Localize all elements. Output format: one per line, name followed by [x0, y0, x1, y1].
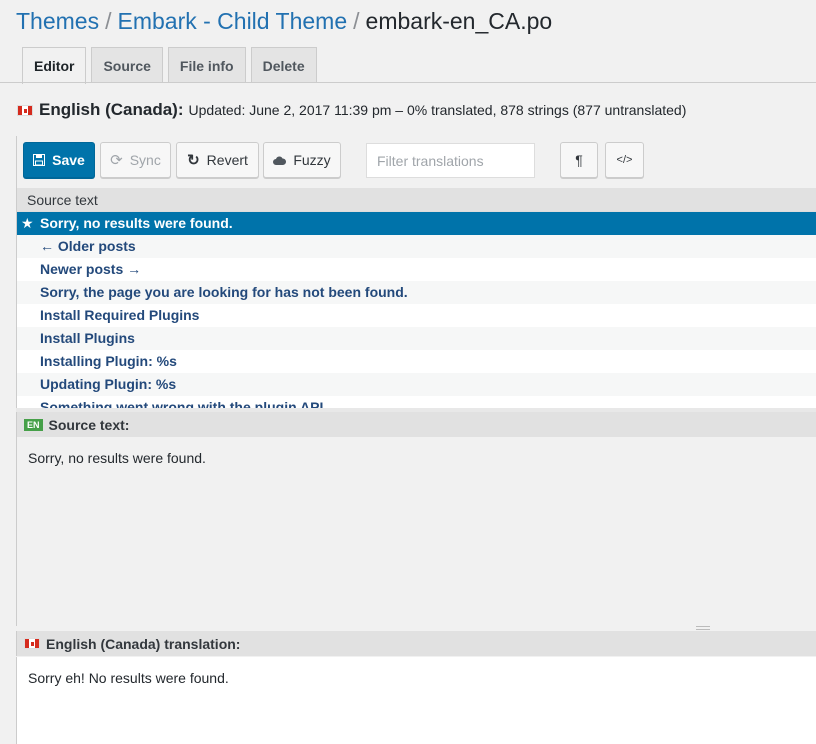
- list-item[interactable]: Install Required Plugins: [17, 304, 816, 327]
- breadcrumb-current-file: embark-en_CA.po: [365, 8, 553, 34]
- save-button[interactable]: Save: [23, 142, 95, 178]
- strings-list: Source text ★ Sorry, no results were foun…: [16, 188, 816, 409]
- breadcrumb-themes-link[interactable]: Themes: [16, 8, 99, 34]
- list-item[interactable]: Installing Plugin: %s: [17, 350, 816, 373]
- cloud-icon: [273, 156, 287, 165]
- translation-pane-header: English (Canada) translation:: [16, 631, 816, 656]
- revert-icon: ↻: [187, 152, 200, 169]
- breadcrumb: Themes / Embark - Child Theme / embark-en_CA…: [16, 6, 552, 36]
- sync-icon: ⟳: [110, 152, 123, 169]
- filter-translations-input[interactable]: [366, 143, 535, 178]
- tab-editor[interactable]: Editor: [22, 47, 87, 84]
- editor-toolbar: Save ⟳ Sync ↻ Revert Fuzzy ¶ </>: [16, 136, 816, 188]
- list-item[interactable]: Updating Plugin: %s: [17, 373, 816, 396]
- toggle-code-view-button[interactable]: </>: [605, 142, 644, 178]
- tab-bar: Editor Source File info Delete: [22, 47, 317, 84]
- list-item[interactable]: ★ Sorry, no results were found.: [17, 212, 816, 235]
- list-item[interactable]: ← Older posts: [17, 235, 816, 258]
- pane-resize-grip[interactable]: [696, 626, 710, 630]
- list-item[interactable]: Install Plugins: [17, 327, 816, 350]
- canada-flag-icon: [17, 104, 33, 116]
- list-item[interactable]: Newer posts →: [17, 258, 816, 281]
- language-label: English (Canada):: [39, 100, 184, 119]
- toggle-invisibles-button[interactable]: ¶: [560, 142, 598, 178]
- save-label: Save: [52, 152, 85, 168]
- source-text-display: Sorry, no results were found.: [16, 437, 816, 626]
- revert-label: Revert: [206, 152, 248, 168]
- status-line: English (Canada): Updated: June 2, 2017 …: [17, 98, 686, 122]
- source-pane-header: EN Source text:: [16, 412, 816, 437]
- status-summary: Updated: June 2, 2017 11:39 pm – 0% tran…: [188, 102, 687, 118]
- en-language-badge: EN: [24, 418, 43, 431]
- list-item-label: Sorry, no results were found.: [40, 215, 233, 231]
- revert-button[interactable]: ↻ Revert: [176, 142, 259, 178]
- tab-delete[interactable]: Delete: [250, 47, 317, 83]
- tab-file-info[interactable]: File info: [167, 47, 246, 83]
- list-item[interactable]: Sorry, the page you are looking for has …: [17, 281, 816, 304]
- pilcrow-icon: ¶: [575, 152, 583, 168]
- translation-textarea[interactable]: Sorry eh! No results were found.: [16, 657, 816, 744]
- star-icon: ★: [21, 215, 34, 231]
- breadcrumb-separator: /: [105, 8, 112, 34]
- canada-flag-icon: [24, 638, 40, 649]
- tab-source[interactable]: Source: [91, 47, 163, 83]
- fuzzy-label: Fuzzy: [293, 152, 331, 168]
- translation-pane-title: English (Canada) translation:: [46, 635, 241, 652]
- fuzzy-button[interactable]: Fuzzy: [263, 142, 341, 178]
- tab-divider: [0, 82, 816, 83]
- breadcrumb-theme-link[interactable]: Embark - Child Theme: [117, 8, 347, 34]
- source-pane-title: Source text:: [48, 416, 130, 433]
- list-header-source-text: Source text: [17, 188, 816, 212]
- sync-label: Sync: [129, 152, 161, 168]
- code-icon: </>: [616, 154, 633, 166]
- breadcrumb-separator: /: [353, 8, 360, 34]
- sync-button[interactable]: ⟳ Sync: [100, 142, 171, 178]
- floppy-disk-icon: [33, 154, 46, 166]
